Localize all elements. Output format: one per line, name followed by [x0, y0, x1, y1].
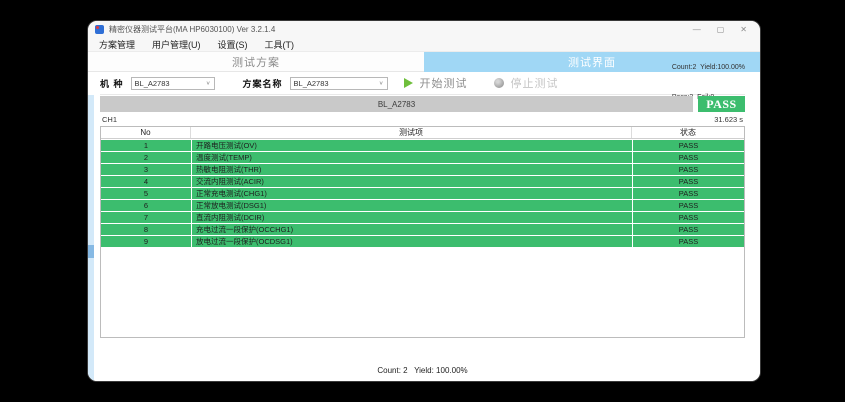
- row-no: 7: [101, 212, 191, 223]
- menu-item-tools[interactable]: 工具(T): [265, 38, 295, 51]
- plan-name-select[interactable]: BL_A2783 ∨: [290, 77, 388, 90]
- row-item: 正常充电测试(CHG1): [192, 188, 632, 199]
- model-select[interactable]: BL_A2783 ∨: [131, 77, 215, 90]
- row-item: 直流内阻测试(DCIR): [192, 212, 632, 223]
- row-status: PASS: [633, 212, 744, 223]
- close-icon[interactable]: ✕: [740, 26, 747, 34]
- maximize-icon[interactable]: ▢: [717, 26, 725, 34]
- table-header: No 测试项 状态: [101, 127, 744, 139]
- row-no: 3: [101, 164, 191, 175]
- window-title: 精密仪器测试平台(MA HP6030100) Ver 3.2.1.4: [109, 24, 275, 35]
- table-row[interactable]: 3 热敏电阻测试(THR) PASS: [101, 164, 744, 175]
- stop-test-button[interactable]: 停止测试: [494, 75, 559, 91]
- table-row[interactable]: 4 交流内阻测试(ACIR) PASS: [101, 176, 744, 187]
- row-no: 8: [101, 224, 191, 235]
- row-no: 4: [101, 176, 191, 187]
- table-row[interactable]: 6 正常放电测试(DSG1) PASS: [101, 200, 744, 211]
- row-status: PASS: [633, 176, 744, 187]
- plan-name-select-value: BL_A2783: [294, 79, 329, 88]
- model-banner: BL_A2783: [100, 96, 693, 112]
- row-item: 交流内阻测试(ACIR): [192, 176, 632, 187]
- model-label: 机 种: [100, 77, 124, 90]
- menu-bar: 方案管理 用户管理(U) 设置(S) 工具(T): [88, 38, 760, 52]
- result-banner-row: BL_A2783 PASS: [100, 96, 745, 112]
- pass-result-badge: PASS: [698, 96, 745, 112]
- summary: Count: 2 Yield: 100.00% Pass: 2 Fail: 0: [100, 338, 745, 381]
- test-table-body: 1 开路电压测试(OV) PASS 2 温度测试(TEMP) PASS 3 热敏…: [101, 139, 744, 247]
- row-status: PASS: [633, 236, 744, 247]
- menu-item-user-management[interactable]: 用户管理(U): [152, 38, 201, 51]
- header-status: 状态: [632, 127, 744, 138]
- chevron-down-icon: ∨: [379, 80, 384, 86]
- title-bar: 精密仪器测试平台(MA HP6030100) Ver 3.2.1.4 — ▢ ✕: [88, 21, 760, 38]
- menu-item-settings[interactable]: 设置(S): [218, 38, 248, 51]
- row-no: 2: [101, 152, 191, 163]
- window-controls: — ▢ ✕: [693, 26, 753, 34]
- model-select-value: BL_A2783: [135, 79, 170, 88]
- stop-icon: [494, 78, 504, 88]
- header-test-item: 测试项: [191, 127, 632, 138]
- row-no: 9: [101, 236, 191, 247]
- row-status: PASS: [633, 224, 744, 235]
- table-row[interactable]: 7 直流内阻测试(DCIR) PASS: [101, 212, 744, 223]
- elapsed-time: 31.623 s: [714, 115, 743, 124]
- table-row[interactable]: 8 充电过流一段保护(OCCHG1) PASS: [101, 224, 744, 235]
- start-test-button[interactable]: 开始测试: [404, 75, 468, 91]
- row-no: 5: [101, 188, 191, 199]
- row-status: PASS: [633, 152, 744, 163]
- left-scrollbar-thumb[interactable]: [88, 245, 94, 258]
- row-status: PASS: [633, 140, 744, 151]
- content-area: 机 种 BL_A2783 ∨ 方案名称 BL_A2783 ∨ 开始测试 停止测试…: [88, 72, 760, 381]
- row-item: 放电过流一段保护(OCDSG1): [192, 236, 632, 247]
- row-item: 开路电压测试(OV): [192, 140, 632, 151]
- row-item: 充电过流一段保护(OCCHG1): [192, 224, 632, 235]
- test-results-table: No 测试项 状态 1 开路电压测试(OV) PASS 2 温度测试(TEMP)…: [100, 126, 745, 338]
- toolbar: 机 种 BL_A2783 ∨ 方案名称 BL_A2783 ∨ 开始测试 停止测试…: [100, 72, 745, 95]
- chevron-down-icon: ∨: [206, 80, 211, 86]
- minimize-icon[interactable]: —: [693, 26, 701, 34]
- row-status: PASS: [633, 188, 744, 199]
- left-scrollbar[interactable]: [88, 95, 94, 381]
- app-window: 精密仪器测试平台(MA HP6030100) Ver 3.2.1.4 — ▢ ✕…: [88, 21, 760, 381]
- table-row[interactable]: 5 正常充电测试(CHG1) PASS: [101, 188, 744, 199]
- play-icon: [404, 78, 413, 88]
- summary-count-yield: Count: 2 Yield: 100.00%: [100, 365, 745, 377]
- row-item: 正常放电测试(DSG1): [192, 200, 632, 211]
- header-no: No: [101, 127, 191, 138]
- menu-item-plan-management[interactable]: 方案管理: [99, 38, 135, 51]
- row-no: 6: [101, 200, 191, 211]
- row-status: PASS: [633, 200, 744, 211]
- app-icon: [95, 25, 104, 34]
- stats-count-yield: Count:2 Yield:100.00%: [672, 63, 745, 73]
- row-status: PASS: [633, 164, 744, 175]
- plan-name-label: 方案名称: [243, 77, 283, 90]
- start-test-label: 开始测试: [420, 75, 468, 91]
- channel-label: CH1: [102, 115, 117, 124]
- row-item: 热敏电阻测试(THR): [192, 164, 632, 175]
- tab-test-plan[interactable]: 测试方案: [88, 52, 424, 72]
- table-row[interactable]: 9 放电过流一段保护(OCDSG1) PASS: [101, 236, 744, 247]
- row-no: 1: [101, 140, 191, 151]
- row-item: 温度测试(TEMP): [192, 152, 632, 163]
- table-row[interactable]: 2 温度测试(TEMP) PASS: [101, 152, 744, 163]
- tab-bar: 测试方案 测试界面: [88, 52, 760, 72]
- stop-test-label: 停止测试: [511, 75, 559, 91]
- table-row[interactable]: 1 开路电压测试(OV) PASS: [101, 140, 744, 151]
- channel-row: CH1 31.623 s: [100, 112, 745, 126]
